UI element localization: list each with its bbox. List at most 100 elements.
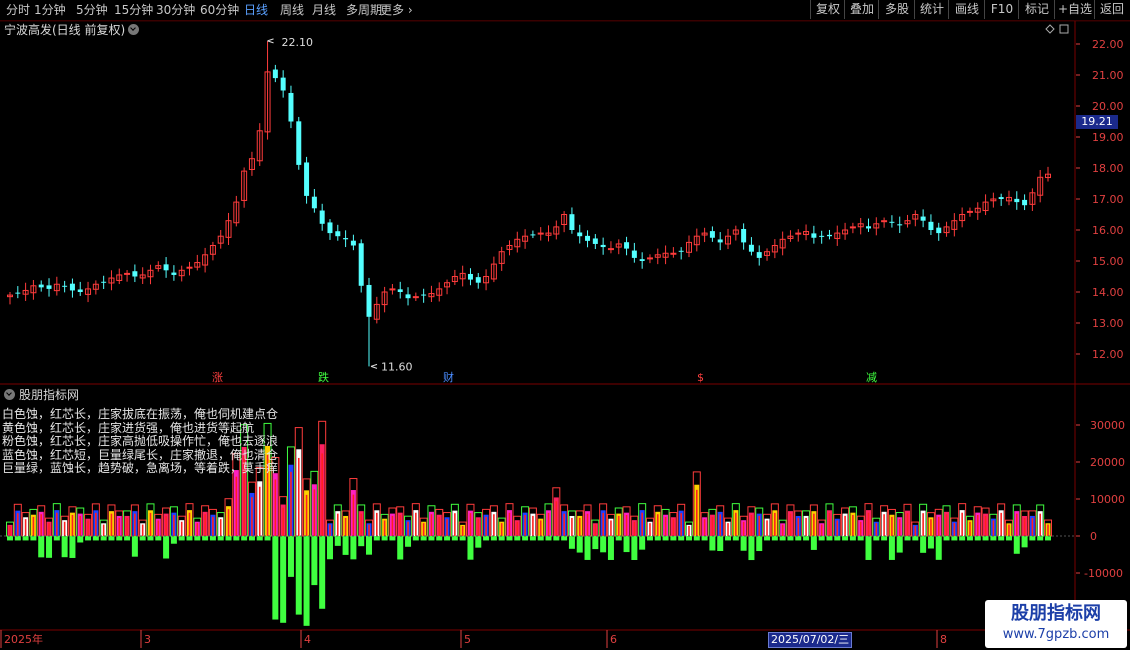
indicator-core bbox=[126, 517, 128, 536]
indicator-negative-bar bbox=[14, 536, 21, 541]
candle-body bbox=[631, 250, 637, 258]
indicator-core bbox=[173, 514, 175, 536]
price-label: 15.00 bbox=[1092, 255, 1124, 268]
candle-body bbox=[288, 92, 294, 122]
indicator-core bbox=[703, 519, 706, 536]
indicator-core bbox=[844, 515, 846, 536]
candle-body bbox=[171, 272, 177, 275]
event-marker-4[interactable]: 减 bbox=[866, 371, 877, 384]
indicator-core bbox=[321, 453, 323, 536]
candle-body bbox=[1022, 199, 1028, 206]
candle-body bbox=[38, 284, 44, 288]
indicator-core bbox=[664, 516, 667, 536]
indicator-negative-bar bbox=[170, 536, 177, 544]
indicator-core bbox=[282, 507, 284, 536]
indicator-core bbox=[438, 516, 441, 536]
indicator-negative-bar bbox=[498, 536, 505, 541]
indicator-negative-bar bbox=[514, 536, 521, 541]
event-marker-1[interactable]: 跌 bbox=[318, 371, 329, 384]
indicator-negative-bar bbox=[358, 536, 365, 547]
candle-body bbox=[350, 240, 356, 246]
candle-body bbox=[366, 284, 372, 317]
indicator-core bbox=[937, 516, 940, 536]
indicator-negative-bar bbox=[350, 536, 357, 560]
indicator-negative-bar bbox=[30, 536, 37, 541]
indicator-negative-bar bbox=[124, 536, 131, 541]
indicator-core bbox=[110, 513, 113, 536]
low-label: 11.60 bbox=[381, 360, 413, 373]
indicator-core bbox=[532, 515, 534, 536]
candle-body bbox=[881, 220, 888, 223]
indicator-core bbox=[329, 524, 331, 536]
indicator-negative-bar bbox=[444, 536, 451, 541]
indicator-negative-bar bbox=[420, 536, 427, 541]
indicator-core bbox=[180, 521, 183, 536]
chart-area[interactable]: 22.00 21.00 20.00 19.00 18.00 17.00 16.00 15.00… bbox=[0, 0, 1130, 650]
watermark-url: www.7gpzb.com bbox=[1002, 627, 1110, 642]
indicator-core bbox=[399, 514, 402, 536]
indicator-core bbox=[953, 523, 956, 536]
indicator-core bbox=[828, 512, 831, 536]
indicator-core bbox=[407, 521, 409, 536]
indicator-core bbox=[344, 517, 347, 536]
indicator-core bbox=[118, 517, 121, 536]
indicator-core bbox=[984, 515, 987, 536]
candle-body bbox=[405, 294, 411, 299]
indicator-core bbox=[368, 524, 370, 536]
indicator-core bbox=[415, 512, 417, 536]
indicator-negative-bar bbox=[459, 536, 466, 541]
candle-body bbox=[101, 281, 107, 283]
indicator-core bbox=[87, 520, 89, 536]
indicator-negative-bar bbox=[295, 536, 302, 615]
indicator-core bbox=[813, 513, 815, 536]
indicator-negative-bar bbox=[490, 536, 497, 541]
diamond-icon bbox=[1045, 24, 1055, 34]
indicator-negative-bar bbox=[264, 536, 271, 541]
indicator-core bbox=[383, 520, 386, 536]
indicator-negative-bar bbox=[202, 536, 209, 541]
indicator-core bbox=[586, 513, 589, 536]
candle-body bbox=[1014, 198, 1020, 203]
indicator-negative-bar bbox=[740, 536, 747, 551]
legend-line-4: 巨量绿，蓝蚀长，趋势破，急离场，等着跌，莫手痒 bbox=[2, 461, 279, 475]
event-marker-2[interactable]: 财 bbox=[443, 371, 454, 384]
candle-body bbox=[826, 234, 832, 237]
indicator-core bbox=[906, 513, 909, 536]
indicator-core bbox=[766, 520, 768, 536]
candle-body bbox=[343, 238, 349, 240]
candle-body bbox=[124, 272, 131, 275]
indicator-core bbox=[196, 523, 199, 536]
candle-body bbox=[811, 233, 817, 238]
candle-body bbox=[319, 210, 325, 224]
indicator-negative-bar bbox=[381, 536, 388, 541]
indicator-negative-bar bbox=[209, 536, 216, 541]
candle-body bbox=[530, 234, 536, 236]
price-label: 18.00 bbox=[1092, 162, 1124, 175]
candle-body bbox=[865, 226, 871, 229]
indicator-negative-bar bbox=[568, 536, 575, 549]
event-marker-3[interactable]: $ bbox=[697, 371, 704, 384]
indicator-core bbox=[992, 520, 995, 536]
indicator-core bbox=[524, 514, 526, 536]
time-label: 8 bbox=[940, 633, 947, 646]
indicator-negative-bar bbox=[732, 536, 739, 541]
candle-body bbox=[607, 248, 614, 251]
indicator-negative-bar bbox=[77, 536, 84, 543]
indicator-negative-bar bbox=[881, 536, 888, 541]
candle-body bbox=[327, 222, 333, 234]
candle-body bbox=[600, 244, 606, 248]
indicator-negative-bar bbox=[561, 536, 568, 541]
event-marker-0[interactable]: 涨 bbox=[212, 371, 223, 384]
indicator-core bbox=[922, 513, 924, 536]
candle-body bbox=[795, 232, 802, 235]
candle-body bbox=[537, 232, 544, 235]
indicator-negative-bar bbox=[287, 536, 294, 577]
indicator-core bbox=[820, 524, 823, 536]
price-label: 22.00 bbox=[1092, 38, 1124, 51]
candle-body bbox=[741, 228, 747, 243]
indicator-negative-bar bbox=[53, 536, 60, 541]
candle-body bbox=[889, 221, 895, 223]
indicator-negative-bar bbox=[849, 536, 856, 541]
candle-body bbox=[475, 277, 481, 283]
candle-body bbox=[62, 285, 68, 287]
